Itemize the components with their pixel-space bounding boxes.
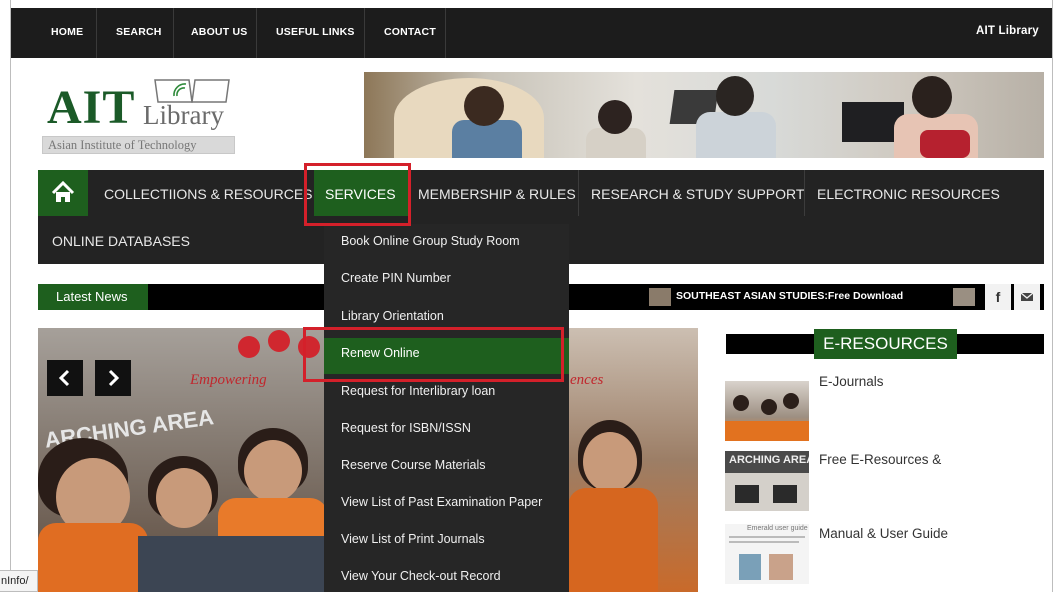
facebook-icon[interactable]: f bbox=[985, 284, 1011, 310]
eresource-thumb-caption: Emerald user guide bbox=[747, 525, 808, 532]
top-nav-divider bbox=[256, 8, 257, 58]
latest-news-label: Latest News bbox=[38, 284, 148, 310]
top-nav-home[interactable]: HOME bbox=[51, 26, 83, 38]
nav-divider bbox=[804, 170, 805, 216]
header-banner-photo bbox=[364, 72, 1044, 158]
top-nav-about[interactable]: ABOUT US bbox=[191, 26, 247, 38]
services-dropdown-menu: Book Online Group Study Room Create PIN … bbox=[324, 224, 569, 592]
eresource-thumb-manual[interactable]: Emerald user guide bbox=[725, 524, 809, 584]
nav-divider bbox=[578, 170, 579, 216]
slide-tagline-end: ences bbox=[570, 372, 604, 388]
envelope-icon bbox=[1020, 292, 1034, 301]
page-frame: HOME SEARCH ABOUT US USEFUL LINKS CONTAC… bbox=[10, 0, 1053, 592]
menu-item-checkout-record[interactable]: View Your Check-out Record bbox=[341, 569, 501, 583]
services-highlight-box bbox=[304, 163, 411, 226]
logo-library: Library bbox=[143, 100, 224, 130]
eresource-manual-link[interactable]: Manual & User Guide bbox=[819, 526, 948, 541]
slide-tagline: Empowering bbox=[190, 372, 267, 388]
renew-online-highlight-box bbox=[303, 327, 564, 382]
eresource-thumb-journals[interactable] bbox=[725, 381, 809, 441]
menu-item-interlibrary-loan[interactable]: Request for Interlibrary loan bbox=[341, 384, 495, 398]
top-nav-divider bbox=[173, 8, 174, 58]
home-icon bbox=[51, 180, 75, 202]
top-nav-divider bbox=[364, 8, 365, 58]
envelope-icon[interactable] bbox=[1014, 284, 1040, 310]
news-ticker-item[interactable]: SOUTHEAST ASIAN STUDIES:Free Download bbox=[676, 290, 903, 302]
menu-item-past-exam-papers[interactable]: View List of Past Examination Paper bbox=[341, 495, 542, 509]
chevron-right-icon bbox=[108, 369, 120, 387]
top-nav-ait-library[interactable]: AIT Library bbox=[976, 25, 1039, 37]
top-nav-divider bbox=[445, 8, 446, 58]
eresource-thumb-free[interactable]: ARCHING AREA bbox=[725, 451, 809, 511]
ticker-thumbnail bbox=[953, 288, 975, 306]
chevron-left-icon bbox=[58, 369, 70, 387]
top-nav-useful-links[interactable]: USEFUL LINKS bbox=[276, 26, 355, 38]
menu-item-create-pin[interactable]: Create PIN Number bbox=[341, 271, 451, 285]
menu-item-book-study-room[interactable]: Book Online Group Study Room bbox=[341, 234, 520, 248]
top-nav-search[interactable]: SEARCH bbox=[116, 26, 162, 38]
logo-institute: Asian Institute of Technology bbox=[42, 136, 235, 154]
menu-item-print-journals[interactable]: View List of Print Journals bbox=[341, 532, 485, 546]
eresource-thumb-sign: ARCHING AREA bbox=[729, 454, 809, 466]
menu-item-library-orientation[interactable]: Library Orientation bbox=[341, 309, 444, 323]
ticker-thumbnail bbox=[649, 288, 671, 306]
nav-research[interactable]: RESEARCH & STUDY SUPPORT bbox=[591, 186, 804, 202]
menu-item-isbn-issn[interactable]: Request for ISBN/ISSN bbox=[341, 421, 471, 435]
nav-online-databases[interactable]: ONLINE DATABASES bbox=[52, 233, 190, 249]
menu-item-reserve-course[interactable]: Reserve Course Materials bbox=[341, 458, 486, 472]
home-button[interactable] bbox=[38, 170, 88, 216]
site-logo[interactable]: AIT Library Asian Institute of Technolog… bbox=[41, 74, 237, 156]
slider-prev-button[interactable] bbox=[47, 360, 83, 396]
eresource-journals-link[interactable]: E-Journals bbox=[819, 374, 884, 389]
nav-collections[interactable]: COLLECTIIONS & RESOURCES bbox=[104, 186, 313, 202]
eresource-free-link[interactable]: Free E-Resources & bbox=[819, 452, 941, 467]
top-nav-contact[interactable]: CONTACT bbox=[384, 26, 436, 38]
browser-status-url: nInfo/ bbox=[0, 570, 38, 592]
eresources-title: E-RESOURCES bbox=[814, 329, 957, 359]
slider-next-button[interactable] bbox=[95, 360, 131, 396]
top-nav: HOME SEARCH ABOUT US USEFUL LINKS CONTAC… bbox=[11, 8, 1052, 58]
logo-ait: AIT bbox=[47, 81, 136, 134]
nav-membership[interactable]: MEMBERSHIP & RULES bbox=[418, 186, 576, 202]
top-nav-divider bbox=[96, 8, 97, 58]
nav-electronic-resources[interactable]: ELECTRONIC RESOURCES bbox=[817, 186, 1000, 202]
